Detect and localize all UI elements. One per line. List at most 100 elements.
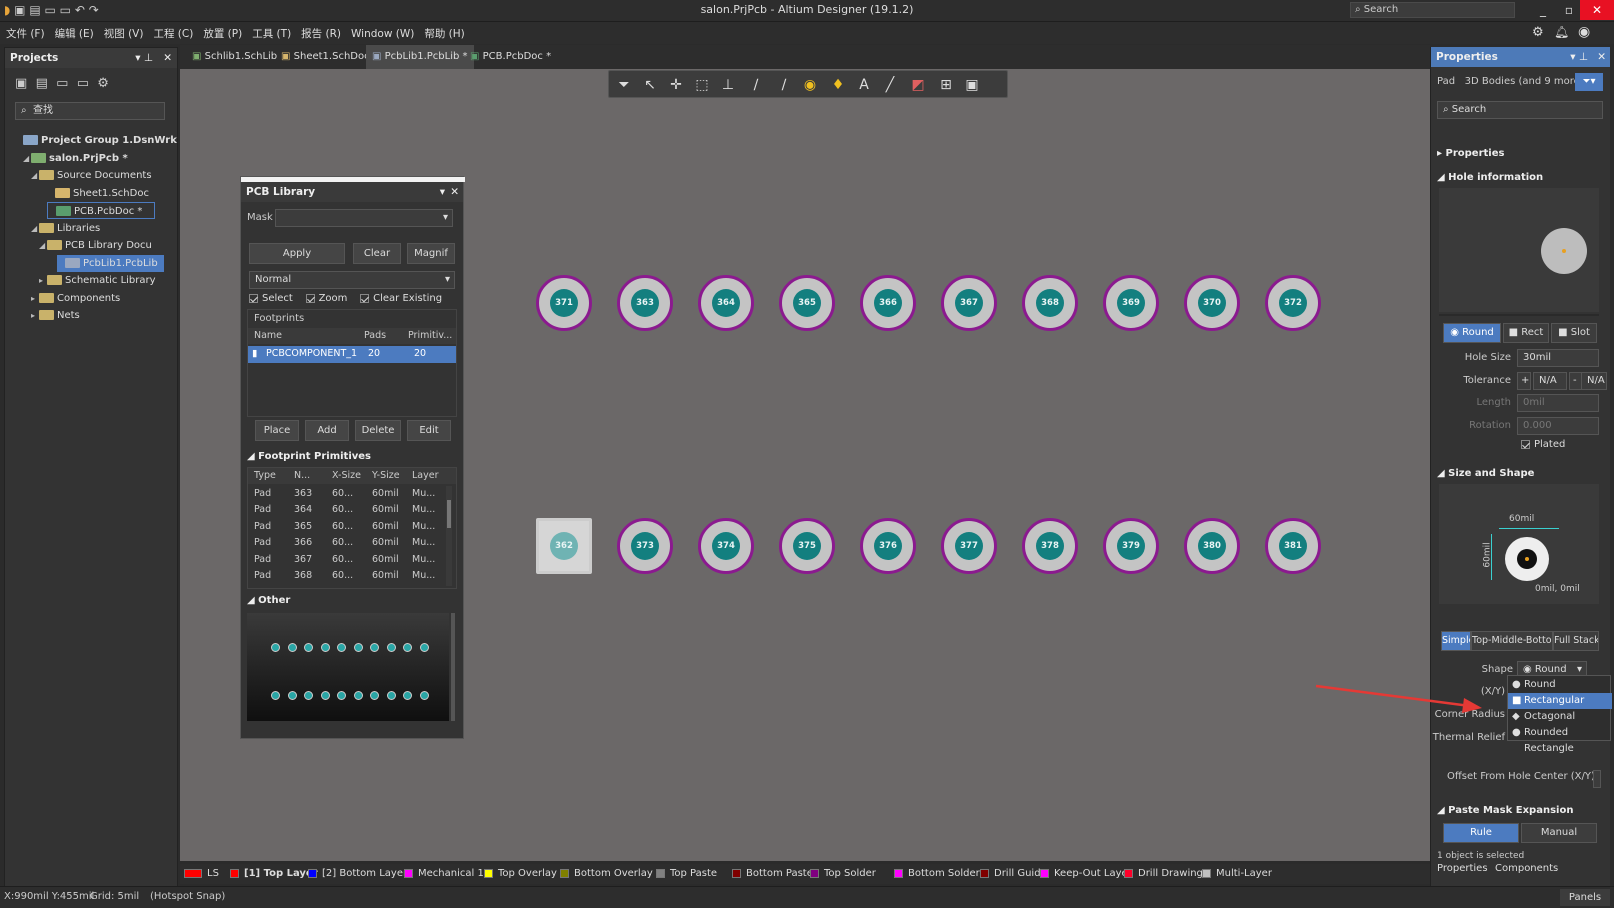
pad[interactable]: 371 xyxy=(536,275,592,331)
apply-button[interactable]: Apply xyxy=(249,243,345,264)
pad[interactable]: 377 xyxy=(941,518,997,574)
layer-tab[interactable]: Bottom Overlay xyxy=(560,867,653,881)
table-row[interactable]: Pad 363 60... 60mil Mu... xyxy=(248,486,444,502)
footprint-primitives-section[interactable]: ◢ Footprint Primitives xyxy=(247,451,371,462)
col-primitives[interactable]: Primitiv... xyxy=(408,328,452,344)
table-row[interactable]: Pad 367 60... 60mil Mu... xyxy=(248,552,444,568)
size-shape-section[interactable]: ◢ Size and Shape xyxy=(1437,468,1534,479)
pad[interactable]: 362 xyxy=(536,518,592,574)
layer-tab[interactable]: Multi-Layer xyxy=(1202,867,1272,881)
table-row[interactable]: Pad 365 60... 60mil Mu... xyxy=(248,519,444,535)
table-row[interactable]: Pad 364 60... 60mil Mu... xyxy=(248,502,444,518)
properties-section[interactable]: ▸ Properties xyxy=(1437,148,1504,159)
primitives-scrollbar[interactable] xyxy=(446,486,452,586)
shape-option-rounded-rectangle[interactable]: ● Rounded Rectangle xyxy=(1508,725,1612,754)
panel-menu-icon[interactable]: ▾ ⊥ xyxy=(135,48,153,68)
col-number[interactable]: N... xyxy=(294,468,310,484)
hole-shape-rect[interactable]: ■ Rect xyxy=(1503,323,1549,343)
object-filter-text[interactable]: Pad 3D Bodies (and 9 more) xyxy=(1437,76,1584,87)
settings-icon[interactable]: ⚙ xyxy=(1532,25,1544,40)
tree-item[interactable]: Project Group 1.DsnWrk xyxy=(15,132,177,149)
pad[interactable]: 364 xyxy=(698,275,754,331)
filter-icon[interactable]: ⏷▾ xyxy=(1575,73,1603,91)
expand-icon[interactable]: ▸ xyxy=(31,290,39,307)
tolerance-minus-field[interactable]: N/A xyxy=(1581,372,1607,390)
pad[interactable]: 376 xyxy=(860,518,916,574)
other-section[interactable]: ◢ Other xyxy=(247,595,290,606)
tree-item[interactable]: PcbLib1.PcbLib xyxy=(57,254,164,272)
edit-button[interactable]: Edit xyxy=(407,420,451,441)
mask-input[interactable]: ▾ xyxy=(275,209,453,227)
table-row[interactable]: ▮ PCBCOMPONENT_1 20 20 xyxy=(248,346,456,363)
project-options-icon[interactable]: ▭ xyxy=(77,76,89,91)
col-y-size[interactable]: Y-Size xyxy=(372,468,400,484)
expand-icon[interactable]: ▸ xyxy=(31,307,39,324)
select-checkbox[interactable] xyxy=(249,293,258,303)
table-row[interactable]: Pad 366 60... 60mil Mu... xyxy=(248,535,444,551)
col-pads[interactable]: Pads xyxy=(364,328,386,344)
layer-tab[interactable]: Top Overlay xyxy=(484,867,557,881)
open-folder-icon[interactable]: ▭ xyxy=(56,76,68,91)
menu-item-1[interactable]: 编辑 (E) xyxy=(55,28,94,40)
select-area-icon[interactable]: ⬚ xyxy=(691,75,713,95)
paste-mask-section[interactable]: ◢ Paste Mask Expansion xyxy=(1437,805,1573,816)
panel-menu-icon[interactable]: ▾ xyxy=(440,182,445,202)
layer-tab[interactable]: Drill Drawing xyxy=(1124,867,1203,881)
arc-icon[interactable]: ◩ xyxy=(907,75,929,95)
place-button[interactable]: Place xyxy=(255,420,299,441)
pad[interactable]: 374 xyxy=(698,518,754,574)
expand-icon[interactable]: ◢ xyxy=(23,150,31,167)
shape-option-rectangular[interactable]: ■ Rectangular xyxy=(1508,693,1612,709)
bottom-tab-properties[interactable]: Properties xyxy=(1437,863,1488,874)
shape-option-round[interactable]: ● Round xyxy=(1508,677,1612,693)
global-search-input[interactable]: ⌕ Search xyxy=(1350,2,1515,18)
pad[interactable]: 373 xyxy=(617,518,673,574)
pad[interactable]: 368 xyxy=(1022,275,1078,331)
layer-tab[interactable]: Bottom Paste xyxy=(732,867,813,881)
settings-icon[interactable]: ⚙ xyxy=(97,76,109,91)
plated-checkbox[interactable] xyxy=(1521,439,1530,449)
layer-tab[interactable]: Drill Guide xyxy=(980,867,1047,881)
doc-tab[interactable]: ▣ Schlib1.SchLib xyxy=(186,45,283,69)
clear-button[interactable]: Clear xyxy=(353,243,401,264)
table-row[interactable]: Pad 368 60... 60mil Mu... xyxy=(248,568,444,584)
layer-tab[interactable]: Top Solder xyxy=(810,867,876,881)
bottom-tab-components[interactable]: Components xyxy=(1495,863,1558,874)
mode-select[interactable]: Normal ▾ xyxy=(249,271,455,289)
menu-item-6[interactable]: 报告 (R) xyxy=(301,28,341,40)
tree-item[interactable]: ◢ PCB Library Docu xyxy=(39,237,152,254)
pad[interactable]: 363 xyxy=(617,275,673,331)
pad[interactable]: 380 xyxy=(1184,518,1240,574)
panel-close-icon[interactable]: ✕ xyxy=(163,48,172,68)
zoom-checkbox[interactable] xyxy=(305,293,315,303)
select-icon[interactable]: ↖ xyxy=(639,75,661,95)
menu-item-7[interactable]: Window (W) xyxy=(351,28,414,40)
filter-icon[interactable]: ⏷ xyxy=(613,75,635,95)
doc-tab[interactable]: ▣ PcbLib1.PcbLib * xyxy=(366,45,474,69)
stack-simple-tab[interactable]: Simple xyxy=(1441,631,1471,651)
col-name[interactable]: Name xyxy=(254,328,282,344)
delete-button[interactable]: Delete xyxy=(355,420,401,441)
panel-close-icon[interactable]: ✕ xyxy=(450,182,459,202)
layer-tab[interactable]: [2] Bottom Layer xyxy=(308,867,407,881)
clear-existing-checkbox[interactable] xyxy=(360,293,370,303)
pad[interactable]: 381 xyxy=(1265,518,1321,574)
doc-tab[interactable]: ▣ Sheet1.SchDoc xyxy=(275,45,376,69)
panels-button[interactable]: Panels xyxy=(1560,889,1610,906)
menu-item-2[interactable]: 视图 (V) xyxy=(104,28,144,40)
notifications-icon[interactable]: 🔔︎ xyxy=(1554,25,1569,39)
tree-item[interactable]: ▸ Schematic Library xyxy=(39,272,156,289)
hole-shape-slot[interactable]: ■ Slot xyxy=(1551,323,1597,343)
menu-item-4[interactable]: 放置 (P) xyxy=(203,28,242,40)
menu-item-8[interactable]: 帮助 (H) xyxy=(424,28,464,40)
user-icon[interactable]: ◉ xyxy=(1578,24,1590,40)
save-project-icon[interactable]: ▣ xyxy=(15,76,27,91)
pad[interactable]: 372 xyxy=(1265,275,1321,331)
line-icon[interactable]: ╱ xyxy=(879,75,901,95)
route-icon[interactable]: ∕ xyxy=(773,75,795,95)
region-icon[interactable]: ▣ xyxy=(961,75,983,95)
track-icon[interactable]: ∕ xyxy=(745,75,767,95)
tree-item[interactable]: ◢ salon.PrjPcb * xyxy=(23,150,128,167)
pad[interactable]: 375 xyxy=(779,518,835,574)
tree-item[interactable]: ◢ Source Documents xyxy=(31,167,152,184)
